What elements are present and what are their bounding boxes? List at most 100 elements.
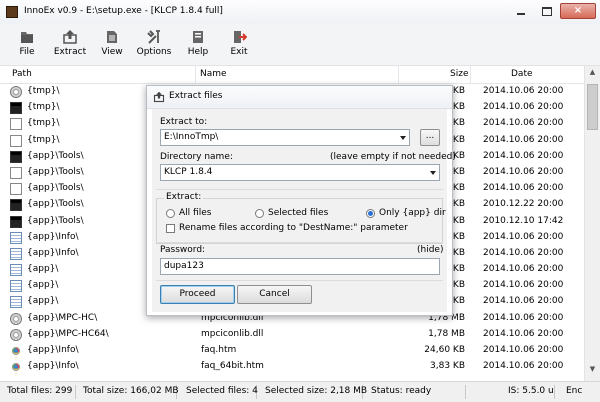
chevron-down-icon[interactable] bbox=[430, 171, 436, 175]
options-icon bbox=[147, 30, 160, 44]
radio-selected-files-label[interactable]: Selected files bbox=[268, 208, 328, 218]
toolbar: File Extract View Options Help Exit bbox=[0, 24, 600, 66]
row-path: {tmp}\ bbox=[27, 134, 60, 145]
executable-file-icon bbox=[10, 199, 22, 212]
row-name: faq_64bit.htm bbox=[201, 361, 264, 372]
status-is-version: IS: 5.5.0 u bbox=[503, 385, 555, 399]
radio-selected-files[interactable] bbox=[255, 209, 264, 218]
row-path: {app}\Tools\ bbox=[27, 199, 84, 210]
row-size: 24,60 KB bbox=[424, 345, 465, 355]
settings-file-icon bbox=[10, 86, 22, 98]
column-header-date[interactable]: Date bbox=[511, 69, 533, 79]
row-date: 2010.12.10 17:42 bbox=[483, 215, 564, 226]
close-icon: × bbox=[573, 5, 583, 16]
column-header-size[interactable]: Size bbox=[450, 69, 468, 79]
column-divider[interactable] bbox=[195, 66, 196, 83]
password-input[interactable]: dupa123 bbox=[160, 258, 440, 275]
cancel-button[interactable]: Cancel bbox=[237, 285, 312, 304]
minimize-button[interactable] bbox=[508, 3, 534, 19]
row-date: 2014.10.06 20:00 bbox=[483, 150, 564, 161]
text-file-icon bbox=[10, 296, 22, 309]
directory-name-value: KLCP 1.8.4 bbox=[164, 167, 213, 177]
document-file-icon bbox=[10, 118, 22, 131]
column-divider[interactable] bbox=[398, 66, 399, 83]
row-date: 2014.10.06 20:00 bbox=[483, 86, 564, 96]
row-path: {app}\ bbox=[27, 280, 59, 291]
row-path: {app}\MPC-HC64\ bbox=[27, 328, 109, 339]
options-button[interactable]: Options bbox=[136, 29, 172, 57]
view-button[interactable]: View bbox=[97, 29, 127, 57]
column-header-path[interactable]: Path bbox=[12, 69, 32, 79]
row-date: 2014.10.06 20:00 bbox=[483, 166, 564, 177]
row-date: 2014.10.06 20:00 bbox=[483, 345, 564, 355]
password-value: dupa123 bbox=[164, 261, 204, 271]
row-date: 2010.12.22 20:00 bbox=[483, 199, 564, 210]
row-path: {app}\Tools\ bbox=[27, 183, 84, 194]
column-divider[interactable] bbox=[470, 66, 471, 83]
list-item[interactable]: {app}\Info\ faq_64bit.htm 3,83 KB 2014.10.0… bbox=[0, 359, 584, 375]
dialog-title: Extract files bbox=[169, 91, 223, 101]
file-button-label: File bbox=[19, 47, 35, 57]
radio-only-app-dir[interactable] bbox=[366, 209, 375, 218]
help-button[interactable]: Help bbox=[184, 29, 212, 57]
status-encoding: Enc bbox=[566, 386, 583, 396]
password-hide-toggle[interactable]: (hide) bbox=[417, 245, 443, 255]
extract-button[interactable]: Extract bbox=[52, 29, 88, 57]
list-header: Path Name Size Date bbox=[0, 66, 584, 84]
row-date: 2014.10.06 20:00 bbox=[483, 247, 564, 258]
close-button[interactable]: × bbox=[560, 3, 596, 19]
browse-button[interactable]: ... bbox=[420, 129, 440, 146]
column-header-name[interactable]: Name bbox=[200, 69, 227, 79]
row-date: 2014.10.06 20:00 bbox=[483, 328, 564, 339]
executable-file-icon bbox=[10, 102, 22, 115]
radio-all-files[interactable] bbox=[166, 209, 175, 218]
directory-name-hint: (leave empty if not needed) bbox=[330, 152, 456, 162]
row-path: {app}\Tools\ bbox=[27, 166, 84, 177]
rename-files-checkbox[interactable] bbox=[166, 224, 175, 233]
extract-to-combobox[interactable]: E:\InnoTmp\ bbox=[160, 129, 410, 146]
document-file-icon bbox=[10, 166, 22, 179]
extract-button-label: Extract bbox=[53, 47, 87, 57]
list-item[interactable]: {app}\Info\ faq.htm 24,60 KB 2014.10.06 20:… bbox=[0, 343, 584, 359]
row-date: 2014.10.06 20:00 bbox=[483, 264, 564, 275]
row-path: {app}\Info\ bbox=[27, 247, 79, 258]
extract-icon bbox=[63, 30, 77, 44]
status-bar: Total files: 299 Total size: 166,02 MB S… bbox=[0, 381, 600, 402]
row-date: 2014.10.06 20:00 bbox=[483, 361, 564, 372]
row-path: {app}\Tools\ bbox=[27, 150, 84, 161]
scroll-up-icon[interactable]: ▲ bbox=[585, 68, 600, 82]
extract-to-label: Extract to: bbox=[160, 117, 208, 127]
browser-icon bbox=[10, 345, 22, 357]
row-date: 2014.10.06 20:00 bbox=[483, 280, 564, 291]
maximize-button[interactable] bbox=[534, 3, 560, 19]
radio-all-files-label[interactable]: All files bbox=[179, 208, 211, 218]
proceed-button[interactable]: Proceed bbox=[160, 285, 235, 304]
window-title: InnoEx v0.9 - E:\setup.exe - [KLCP 1.8.4… bbox=[24, 6, 223, 16]
radio-only-app-dir-label[interactable]: Only {app} dir bbox=[379, 208, 446, 218]
file-button[interactable]: File bbox=[12, 29, 42, 57]
scroll-thumb[interactable] bbox=[587, 84, 598, 130]
dialog-title-bar: Extract files bbox=[147, 86, 452, 109]
extract-to-value: E:\InnoTmp\ bbox=[164, 132, 219, 142]
help-button-label: Help bbox=[187, 47, 209, 57]
vertical-scrollbar[interactable]: ▲ ▼ bbox=[584, 66, 600, 381]
exit-button[interactable]: Exit bbox=[226, 29, 252, 57]
chevron-down-icon[interactable] bbox=[400, 136, 406, 140]
row-path: {app}\Info\ bbox=[27, 231, 79, 242]
directory-name-combobox[interactable]: KLCP 1.8.4 bbox=[160, 164, 440, 181]
list-item[interactable]: {app}\MPC-HC64\ mpciconlib.dll 1,78 MB 2014… bbox=[0, 327, 584, 343]
browser-icon bbox=[10, 361, 22, 374]
row-date: 2014.10.06 20:00 bbox=[483, 118, 564, 129]
extract-options-group bbox=[156, 198, 443, 244]
row-date: 2014.10.06 20:00 bbox=[483, 102, 564, 113]
row-path: {app}\ bbox=[27, 264, 59, 275]
rename-files-label[interactable]: Rename files according to "DestName:" pa… bbox=[179, 223, 408, 233]
extract-icon bbox=[153, 91, 165, 103]
text-file-icon bbox=[10, 264, 22, 277]
scroll-down-icon[interactable]: ▼ bbox=[585, 365, 600, 379]
help-icon bbox=[193, 31, 203, 43]
row-date: 2014.10.06 20:00 bbox=[483, 296, 564, 307]
extract-dialog: Extract files Extract to: E:\InnoTmp\ ..… bbox=[146, 85, 456, 316]
row-date: 2014.10.06 20:00 bbox=[483, 312, 564, 323]
divider bbox=[156, 280, 443, 281]
